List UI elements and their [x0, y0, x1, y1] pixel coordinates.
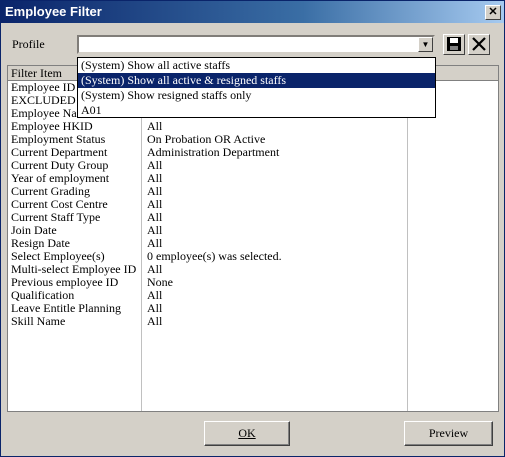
table-row[interactable]: Previous employee ID None — [8, 276, 498, 289]
filter-value-cell[interactable]: All — [147, 315, 162, 328]
close-icon: ✕ — [488, 6, 498, 18]
window-title: Employee Filter — [5, 4, 102, 19]
table-row[interactable]: Current Staff Type All — [8, 211, 498, 224]
employee-filter-dialog: Employee Filter ✕ Profile ▼ Filter Item … — [0, 0, 505, 457]
filter-value-cell[interactable]: 0 employee(s) was selected. — [147, 250, 282, 263]
table-row[interactable]: Skill Name All — [8, 315, 498, 328]
profile-option[interactable]: (System) Show all active & resigned staf… — [78, 73, 435, 88]
dropdown-arrow-button[interactable]: ▼ — [418, 37, 433, 52]
profile-option[interactable]: (System) Show all active staffs — [78, 58, 435, 73]
ok-button-label: OK — [238, 426, 256, 440]
table-row[interactable]: Join Date All — [8, 224, 498, 237]
delete-profile-button[interactable] — [468, 34, 490, 55]
filter-value-cell[interactable]: Administration Department — [147, 146, 279, 159]
profile-combobox[interactable]: ▼ — [77, 35, 435, 54]
chevron-down-icon: ▼ — [421, 40, 430, 49]
close-button[interactable]: ✕ — [485, 5, 501, 20]
filter-item-cell: Skill Name — [11, 314, 66, 328]
preview-button[interactable]: Preview — [404, 421, 493, 446]
profile-dropdown-list[interactable]: (System) Show all active staffs (System) … — [77, 57, 436, 118]
save-profile-button[interactable] — [443, 34, 465, 55]
ok-button[interactable]: OK — [204, 421, 290, 446]
save-icon — [447, 37, 461, 51]
table-row[interactable]: Leave Entitle Planning All — [8, 302, 498, 315]
profile-label: Profile — [12, 37, 45, 51]
delete-x-icon — [472, 37, 486, 51]
preview-button-label: Preview — [428, 426, 469, 440]
profile-option[interactable]: (System) Show resigned staffs only — [78, 88, 435, 103]
title-bar: Employee Filter ✕ — [1, 1, 504, 23]
profile-option[interactable]: A01 — [78, 103, 435, 118]
